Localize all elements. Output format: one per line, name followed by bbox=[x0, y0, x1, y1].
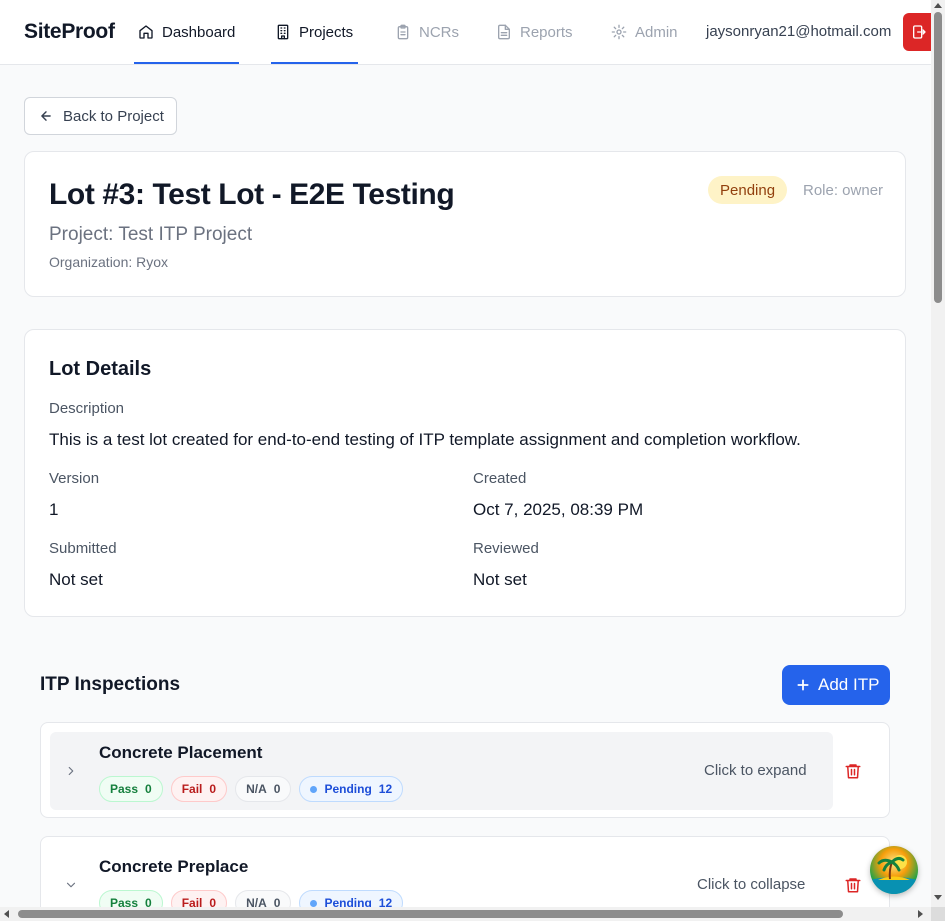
reviewed-value: Not set bbox=[473, 570, 527, 589]
submitted-label: Submitted bbox=[49, 540, 117, 557]
nav-projects-label: Projects bbox=[299, 23, 354, 41]
nav-projects[interactable]: Projects bbox=[271, 0, 358, 64]
scrollbar-corner bbox=[931, 907, 945, 921]
vertical-scrollbar[interactable] bbox=[931, 0, 945, 907]
pending-dot-icon bbox=[310, 899, 318, 907]
assistant-avatar-button[interactable] bbox=[870, 846, 918, 894]
nav-admin-label: Admin bbox=[635, 23, 678, 41]
version-value: 1 bbox=[49, 500, 59, 519]
created-label: Created bbox=[473, 470, 527, 487]
itp-item-name: Concrete Placement bbox=[99, 743, 263, 762]
collapse-toggle-text[interactable]: Click to collapse bbox=[697, 876, 805, 893]
chevron-down-icon[interactable] bbox=[64, 878, 78, 892]
trash-icon[interactable] bbox=[844, 761, 862, 781]
nav-dashboard[interactable]: Dashboard bbox=[134, 0, 239, 64]
status-badge: Pending bbox=[708, 176, 788, 204]
nav-admin[interactable]: Admin bbox=[611, 0, 678, 64]
building-icon bbox=[277, 24, 289, 40]
nav-reports-label: Reports bbox=[520, 23, 573, 41]
add-itp-button[interactable]: Add ITP bbox=[782, 665, 890, 705]
itp-status-pills: Pass 0 Fail 0 N/A 0 Pending 12 bbox=[99, 776, 404, 802]
trash-icon[interactable] bbox=[844, 875, 862, 895]
version-label: Version bbox=[49, 470, 100, 487]
back-button-label: Back to Project bbox=[63, 107, 164, 125]
file-icon bbox=[498, 24, 510, 40]
itp-item-header[interactable]: Concrete Placement Pass 0 Fail 0 N/A 0 Pend… bbox=[50, 732, 833, 810]
brand-logo[interactable]: SiteProof bbox=[24, 20, 115, 44]
scroll-down-icon[interactable] bbox=[934, 895, 942, 900]
description-label: Description bbox=[49, 400, 125, 417]
horizontal-scrollbar[interactable] bbox=[0, 907, 931, 921]
nav-reports[interactable]: Reports bbox=[496, 0, 573, 64]
lot-header-card: Lot #3: Test Lot - E2E Testing Project: … bbox=[24, 151, 906, 297]
created-value: Oct 7, 2025, 08:39 PM bbox=[473, 500, 644, 519]
scroll-left-icon[interactable] bbox=[4, 910, 9, 918]
lot-project: Project: Test ITP Project bbox=[49, 224, 253, 245]
submitted-value: Not set bbox=[49, 570, 103, 589]
reviewed-label: Reviewed bbox=[473, 540, 539, 557]
top-nav: SiteProof Dashboard Projects NCRs Report… bbox=[0, 0, 943, 65]
nav-active-indicator bbox=[134, 62, 239, 64]
lot-details-title: Lot Details bbox=[49, 358, 152, 380]
add-itp-label: Add ITP bbox=[818, 675, 880, 694]
na-count-badge: N/A 0 bbox=[235, 776, 292, 802]
pass-count-badge: Pass 0 bbox=[99, 776, 163, 802]
itp-item-name: Concrete Preplace bbox=[99, 857, 249, 876]
arrow-left-icon bbox=[41, 111, 51, 121]
lot-details-card: Lot Details Description This is a test l… bbox=[24, 329, 906, 617]
lot-organization: Organization: Ryox bbox=[49, 254, 169, 270]
home-icon bbox=[139, 25, 153, 39]
gear-icon bbox=[611, 24, 627, 40]
nav-active-indicator bbox=[271, 62, 358, 64]
user-email: jaysonryan21@hotmail.com bbox=[706, 23, 892, 40]
pending-dot-icon bbox=[310, 785, 318, 793]
vertical-scroll-thumb[interactable] bbox=[934, 12, 942, 303]
lot-title: Lot #3: Test Lot - E2E Testing bbox=[49, 178, 455, 211]
plus-icon bbox=[797, 679, 809, 691]
chevron-right-icon[interactable] bbox=[64, 764, 78, 778]
nav-dashboard-label: Dashboard bbox=[162, 23, 236, 41]
nav-ncrs-label: NCRs bbox=[419, 23, 459, 41]
fail-count-badge: Fail 0 bbox=[170, 776, 228, 802]
logout-icon bbox=[913, 25, 926, 39]
expand-toggle-text[interactable]: Click to expand bbox=[704, 762, 807, 779]
role-label: Role: owner bbox=[803, 182, 884, 199]
pending-count-badge: Pending 12 bbox=[299, 776, 404, 802]
itp-item: Concrete Placement Pass 0 Fail 0 N/A 0 Pend… bbox=[40, 722, 890, 818]
description-value: This is a test lot created for end-to-en… bbox=[49, 430, 801, 449]
itp-section-title: ITP Inspections bbox=[40, 674, 181, 695]
clipboard-icon bbox=[397, 24, 409, 40]
scroll-up-icon[interactable] bbox=[934, 3, 942, 8]
palm-island-icon bbox=[870, 855, 918, 894]
horizontal-scroll-thumb[interactable] bbox=[18, 910, 843, 918]
nav-ncrs[interactable]: NCRs bbox=[395, 0, 459, 64]
scroll-right-icon[interactable] bbox=[918, 910, 923, 918]
back-to-project-button[interactable]: Back to Project bbox=[24, 97, 177, 135]
